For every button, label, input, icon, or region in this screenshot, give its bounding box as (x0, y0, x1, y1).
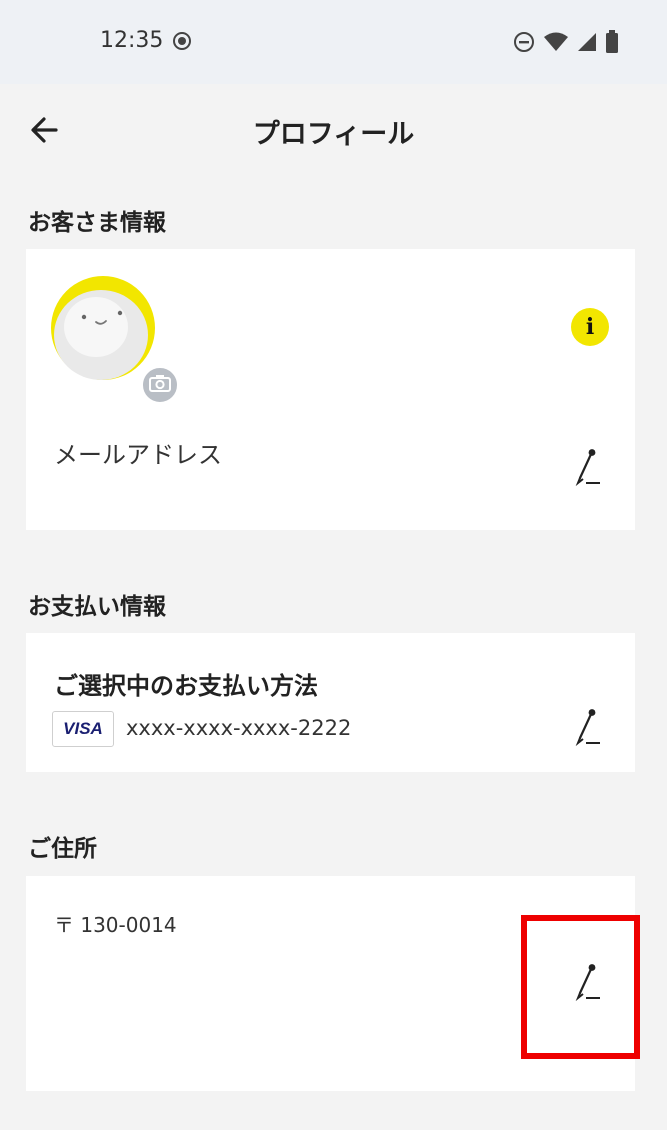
camera-icon (149, 374, 171, 396)
avatar[interactable] (50, 275, 180, 405)
customer-info-card: i メールアドレス (26, 249, 635, 530)
payment-info-heading: お支払い情報 (28, 594, 166, 620)
wifi-icon (543, 31, 569, 57)
app-header: プロフィール (0, 84, 667, 176)
postal-code: 〒 130-0014 (54, 913, 177, 937)
payment-method-label: ご選択中のお支払い方法 (54, 672, 318, 700)
signal-icon (577, 31, 597, 57)
status-time: 12:35 (100, 28, 164, 53)
email-label: メールアドレス (54, 441, 222, 469)
customer-info-heading: お客さま情報 (28, 210, 166, 236)
edit-payment-button[interactable] (571, 707, 611, 747)
highlight-box (521, 915, 640, 1059)
page-title: プロフィール (252, 119, 415, 150)
pencil-icon (571, 449, 611, 491)
address-heading: ご住所 (28, 836, 97, 862)
screen-record-icon (172, 31, 192, 55)
battery-icon (605, 30, 619, 58)
card-number: xxxx-xxxx-xxxx-2222 (126, 716, 352, 740)
pencil-icon (571, 709, 611, 751)
camera-badge[interactable] (140, 365, 180, 405)
edit-email-button[interactable] (571, 447, 611, 487)
info-icon[interactable]: i (571, 308, 609, 346)
visa-logo: VISA (52, 711, 114, 747)
payment-info-card: ご選択中のお支払い方法 VISA xxxx-xxxx-xxxx-2222 (26, 633, 635, 772)
status-icons (513, 30, 619, 58)
status-bar: 12:35 (0, 0, 667, 84)
do-not-disturb-icon (513, 31, 535, 57)
